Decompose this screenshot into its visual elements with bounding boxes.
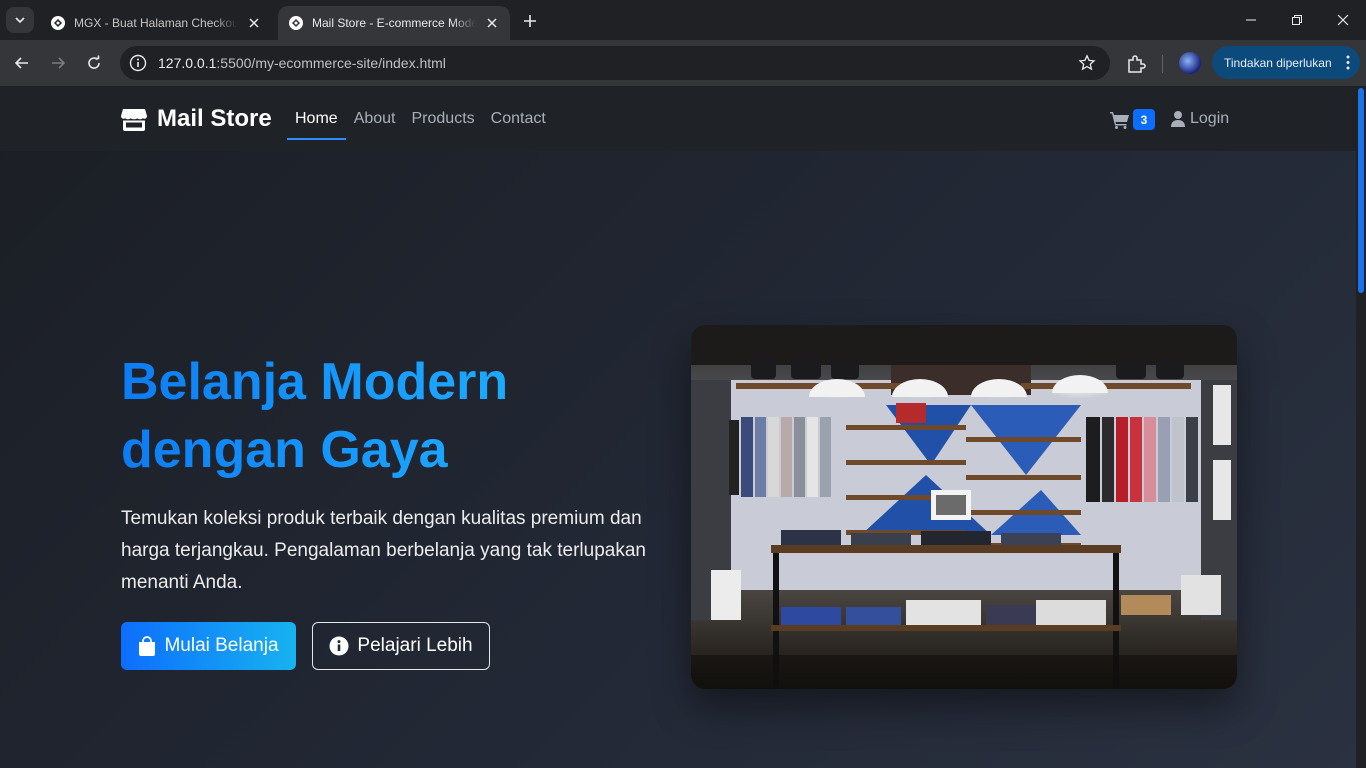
start-shopping-button[interactable]: Mulai Belanja — [121, 622, 296, 670]
hero-description: Temukan koleksi produk terbaik dengan ku… — [121, 508, 646, 593]
start-shopping-label: Mulai Belanja — [164, 635, 279, 656]
toolbar-separator — [1162, 55, 1163, 73]
site-navbar: Mail Store Home About Products Contact 3… — [0, 86, 1356, 151]
learn-more-button[interactable]: Pelajari Lebih — [312, 622, 490, 670]
extensions-puzzle-icon[interactable] — [1124, 52, 1148, 76]
chevron-down-icon — [15, 17, 25, 24]
close-window-button[interactable] — [1320, 0, 1366, 40]
close-icon[interactable] — [246, 15, 262, 31]
learn-more-label: Pelajari Lebih — [357, 635, 473, 656]
mgx-favicon-icon — [51, 16, 65, 30]
close-icon[interactable] — [484, 15, 500, 31]
url-host: 127.0.0.1 — [158, 55, 217, 71]
mail-store-favicon-icon — [289, 16, 303, 30]
login-label: Login — [1190, 110, 1230, 127]
bookmark-star-icon[interactable] — [1078, 54, 1096, 72]
login-link[interactable]: Login — [1171, 110, 1229, 128]
tab-mgx[interactable]: MGX - Buat Halaman Checkout — [40, 6, 272, 40]
hero-title-line-2: dengan Gaya — [121, 421, 448, 479]
tab-title: MGX - Buat Halaman Checkout — [74, 16, 238, 30]
minimize-button[interactable] — [1228, 0, 1274, 40]
shopping-cart-icon — [1110, 111, 1129, 129]
browser-toolbar: 127.0.0.1:5500/my-ecommerce-site/index.h… — [0, 40, 1366, 86]
nav-link-products[interactable]: Products — [404, 109, 483, 140]
action-required-button[interactable]: Tindakan diperlukan — [1212, 46, 1360, 79]
brand-name: Mail Store — [157, 105, 272, 132]
profile-avatar[interactable] — [1179, 52, 1201, 74]
nav-link-contact[interactable]: Contact — [483, 109, 554, 140]
tab-mail-store[interactable]: Mail Store - E-commerce Modern — [278, 6, 510, 40]
cart-button[interactable]: 3 — [1110, 109, 1155, 130]
user-icon — [1171, 111, 1185, 127]
forward-button[interactable] — [44, 49, 72, 77]
hero-title-line-1: Belanja Modern — [121, 353, 509, 411]
page-viewport: Mail Store Home About Products Contact 3… — [0, 86, 1366, 768]
new-tab-button[interactable] — [518, 9, 542, 33]
reload-button[interactable] — [80, 49, 108, 77]
close-icon — [1337, 14, 1349, 26]
tab-search-button[interactable] — [6, 7, 34, 33]
action-required-label: Tindakan diperlukan — [1224, 55, 1332, 70]
restore-icon — [1292, 15, 1302, 25]
plus-icon — [524, 15, 536, 27]
hero-store-image — [691, 325, 1237, 689]
tab-title: Mail Store - E-commerce Modern — [312, 16, 476, 30]
arrow-right-icon — [52, 57, 66, 69]
info-circle-icon — [329, 636, 349, 656]
minimize-icon — [1246, 19, 1256, 21]
site-info-icon[interactable] — [129, 54, 147, 72]
reload-icon — [88, 55, 100, 69]
store-icon — [121, 109, 147, 131]
scrollbar-thumb[interactable] — [1358, 88, 1364, 293]
arrow-left-icon — [14, 57, 28, 69]
nav-link-about[interactable]: About — [346, 109, 404, 140]
restore-button[interactable] — [1274, 0, 1320, 40]
nav-link-home[interactable]: Home — [287, 109, 346, 140]
tab-strip: MGX - Buat Halaman Checkout Mail Store -… — [0, 0, 1366, 40]
nav-links: Home About Products Contact — [287, 109, 554, 140]
hero-title: Belanja Modern dengan Gaya — [121, 348, 641, 484]
cart-count-badge: 3 — [1133, 109, 1155, 130]
back-button[interactable] — [8, 49, 36, 77]
brand-logo[interactable]: Mail Store — [121, 105, 272, 133]
shopping-bag-icon — [139, 636, 156, 656]
address-bar[interactable]: 127.0.0.1:5500/my-ecommerce-site/index.h… — [120, 46, 1110, 80]
more-vertical-icon — [1346, 55, 1350, 70]
page-scrollbar[interactable] — [1356, 86, 1366, 768]
url-text[interactable]: 127.0.0.1:5500/my-ecommerce-site/index.h… — [158, 55, 1078, 71]
url-path: :5500/my-ecommerce-site/index.html — [216, 55, 446, 71]
store-interior-illustration — [691, 325, 1237, 689]
